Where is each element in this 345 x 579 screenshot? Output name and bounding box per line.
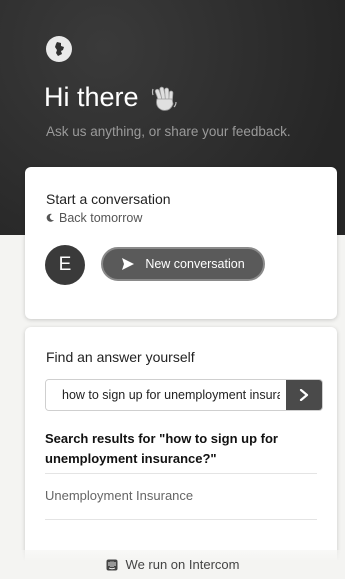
availability-status: Back tomorrow — [46, 211, 142, 225]
find-answer-title: Find an answer yourself — [46, 349, 195, 365]
chevron-right-icon — [299, 389, 309, 401]
search-result-item[interactable]: Unemployment Insurance — [45, 488, 193, 503]
intercom-logo-icon — [106, 559, 118, 570]
results-divider — [45, 519, 317, 520]
search-results-heading: Search results for "how to sign up for u… — [45, 431, 278, 466]
find-answer-card: Find an answer yourself Search results f… — [25, 327, 337, 577]
help-search-input[interactable] — [46, 380, 286, 410]
greeting-heading: Hi there — [44, 82, 179, 113]
footer-label: We run on Intercom — [125, 557, 240, 572]
new-conversation-label: New conversation — [145, 257, 245, 271]
waving-hand-icon — [151, 86, 177, 111]
start-conversation-title: Start a conversation — [46, 191, 171, 207]
brand-logo — [46, 36, 72, 62]
status-text: Back tomorrow — [59, 211, 143, 225]
intercom-footer[interactable]: We run on Intercom — [0, 550, 345, 579]
greeting-text: Hi there — [44, 82, 139, 112]
moon-icon — [46, 213, 54, 222]
start-conversation-card: Start a conversation Back tomorrow E New… — [25, 167, 337, 319]
header-subtitle: Ask us anything, or share your feedback. — [46, 124, 291, 139]
team-avatar: E — [45, 245, 85, 285]
state-silhouette-icon — [55, 42, 64, 56]
search-submit-button[interactable] — [286, 380, 322, 410]
send-icon — [122, 258, 135, 270]
help-search-box — [45, 379, 323, 411]
new-conversation-button[interactable]: New conversation — [101, 247, 265, 281]
results-divider — [45, 473, 317, 474]
